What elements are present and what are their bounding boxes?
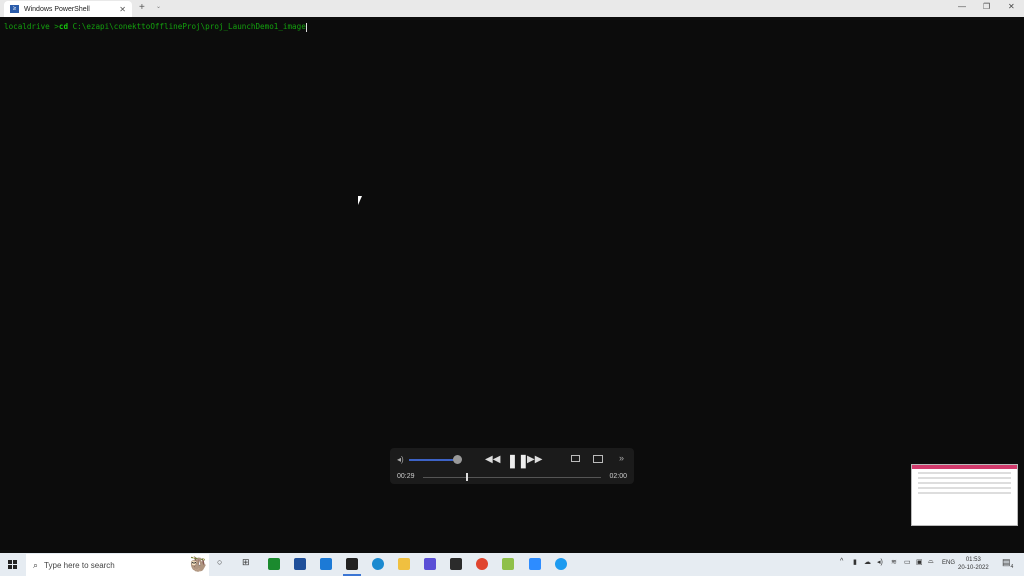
speaker-icon[interactable]: ◂) — [877, 558, 883, 566]
cast-icon[interactable] — [571, 455, 580, 462]
tab-dropdown-button[interactable]: ⌄ — [156, 3, 161, 10]
search-icon: ⌕ — [33, 560, 38, 571]
command-argument: C:\ezapi\conekttoOfflineProj\proj_Launch… — [68, 22, 306, 31]
tab-title: Windows PowerShell — [24, 6, 90, 13]
preview-row — [918, 482, 1011, 484]
windows-start-icon[interactable] — [8, 560, 17, 569]
language-indicator[interactable]: ENG — [942, 560, 955, 566]
window-thumbnail-preview[interactable] — [911, 464, 1018, 526]
notification-count: 4 — [1011, 564, 1014, 570]
new-tab-button[interactable]: + — [139, 2, 145, 13]
restore-button[interactable]: ❐ — [983, 2, 990, 11]
time: 01:53 — [958, 556, 989, 564]
terminal-icon[interactable] — [346, 558, 358, 570]
file-explorer-icon[interactable] — [398, 558, 410, 570]
text-caret — [306, 23, 307, 32]
fast-forward-button[interactable]: ▶▶ — [527, 454, 542, 465]
show-hidden-icons-chevron-icon[interactable]: ^ — [840, 558, 843, 565]
chrome-icon[interactable] — [476, 558, 488, 570]
clock[interactable]: 01:5320-10-2022 — [958, 556, 989, 572]
volume-slider[interactable] — [409, 459, 457, 461]
sticky-notes-icon[interactable] — [450, 558, 462, 570]
minimize-button[interactable]: — — [958, 2, 966, 11]
wifi-icon[interactable]: ⌓ — [928, 558, 934, 566]
zoom-icon[interactable] — [529, 558, 541, 570]
editor-icon[interactable] — [502, 558, 514, 570]
network-icon[interactable]: ≋ — [891, 558, 897, 566]
seek-handle[interactable] — [466, 473, 468, 481]
battery-icon[interactable]: ▭ — [904, 558, 911, 566]
total-time: 02:00 — [609, 473, 627, 480]
powershell-icon: ≥ — [10, 5, 19, 13]
cortana-icon[interactable]: ○ — [217, 557, 222, 567]
preview-row — [918, 472, 1011, 474]
search-highlight-icon: 🦥 — [190, 556, 207, 573]
microsoft-store-icon[interactable] — [294, 558, 306, 570]
task-view-icon[interactable]: ⊞ — [242, 557, 250, 568]
more-chevron-icon[interactable]: » — [619, 453, 624, 463]
preview-header — [912, 465, 1017, 469]
title-bar: ≥ Windows PowerShell ✕ + ⌄ — ❐ ✕ — [0, 0, 1024, 17]
edge-icon[interactable] — [372, 558, 384, 570]
close-window-button[interactable]: ✕ — [1008, 2, 1015, 11]
media-player-controls: ◂) ◀◀ ❚❚ ▶▶ » 00:29 02:00 — [390, 448, 634, 484]
rewind-button[interactable]: ◀◀ — [485, 454, 500, 465]
microphone-icon[interactable]: ▮ — [853, 558, 857, 566]
search-placeholder: Type here to search — [44, 561, 115, 570]
pause-button[interactable]: ❚❚ — [507, 453, 529, 469]
preview-row — [918, 477, 1011, 479]
app-icon[interactable] — [555, 558, 567, 570]
command-line: localdrive >cd C:\ezapi\conekttoOfflineP… — [4, 22, 307, 32]
mouse-pointer-icon — [358, 196, 365, 205]
date: 20-10-2022 — [958, 564, 989, 572]
visual-studio-icon[interactable] — [424, 558, 436, 570]
xbox-icon[interactable] — [268, 558, 280, 570]
onedrive-icon[interactable]: ☁ — [864, 558, 871, 566]
seek-bar[interactable] — [423, 477, 601, 478]
tab-windows-powershell[interactable]: ≥ Windows PowerShell ✕ — [4, 1, 132, 17]
taskbar: ⌕ Type here to search 🦥 ○ ⊞ ^ ▮ ☁ ◂) ≋ ▭… — [0, 553, 1024, 576]
notifications-icon[interactable]: ▤4 — [1002, 557, 1013, 570]
command: cd — [59, 22, 68, 31]
volume-icon[interactable]: ◂) — [397, 455, 404, 464]
mail-icon[interactable] — [320, 558, 332, 570]
taskbar-search-box[interactable]: ⌕ Type here to search 🦥 — [26, 554, 209, 576]
preview-row — [918, 492, 1011, 494]
volume-slider-handle[interactable] — [453, 455, 462, 464]
current-time: 00:29 — [397, 473, 415, 480]
prompt: localdrive > — [4, 22, 59, 31]
preview-row — [918, 487, 1011, 489]
picture-in-picture-icon[interactable] — [593, 455, 603, 463]
display-icon[interactable]: ▣ — [916, 558, 923, 566]
close-tab-button[interactable]: ✕ — [119, 5, 126, 14]
